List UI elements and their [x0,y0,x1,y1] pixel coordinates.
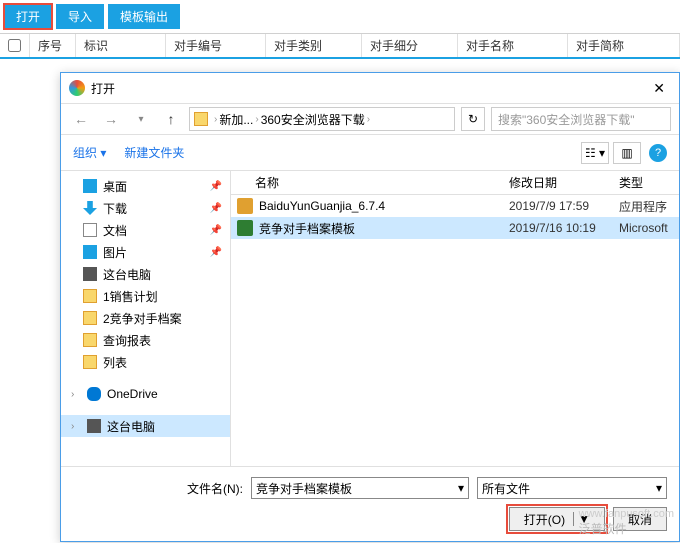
tree-downloads[interactable]: 下载📌 [61,197,230,219]
folder-icon [83,355,97,369]
file-list-header: 名称 修改日期 类型 [231,171,679,195]
view-mode-button[interactable]: ☷ ▾ [581,142,609,164]
folder-icon [83,333,97,347]
pin-icon: 📌 [210,225,222,236]
folder-icon [83,289,97,303]
chevron-down-icon: ▾ [458,481,464,495]
pin-icon: 📌 [210,247,222,258]
nav-forward-icon: → [99,107,123,131]
tree-folder-opponent[interactable]: 2竞争对手档案 [61,307,230,329]
import-button[interactable]: 导入 [56,4,104,29]
exe-icon [237,198,253,214]
file-row[interactable]: 竞争对手档案模板 2019/7/16 10:19 Microsoft [231,217,679,239]
table-header: 序号 标识 对手编号 对手类别 对手细分 对手名称 对手简称 [0,33,680,59]
col-opp-type[interactable]: 对手类别 [266,34,362,57]
document-icon [83,223,97,237]
col-date[interactable]: 修改日期 [509,174,619,191]
pin-icon: 📌 [210,181,222,192]
col-name[interactable]: 名称 [255,174,509,191]
chevron-down-icon[interactable]: ▼ [573,512,590,526]
tree-documents[interactable]: 文档📌 [61,219,230,241]
tree-this-pc-root[interactable]: ›这台电脑 [61,415,230,437]
tree-folder-sales[interactable]: 1销售计划 [61,285,230,307]
file-filter-select[interactable]: 所有文件▾ [477,477,667,499]
folder-icon [194,112,208,126]
excel-icon [237,220,253,236]
tree-this-pc[interactable]: 这台电脑 [61,263,230,285]
pc-icon [83,267,97,281]
organize-menu[interactable]: 组织 ▾ [73,144,106,161]
nav-tree: 桌面📌 下载📌 文档📌 图片📌 这台电脑 1销售计划 2竞争对手档案 查询报表 … [61,171,231,466]
picture-icon [83,245,97,259]
tree-folder-query[interactable]: 查询报表 [61,329,230,351]
filename-label: 文件名(N): [73,480,243,497]
col-seq[interactable]: 序号 [30,34,76,57]
nav-dropdown-icon[interactable]: ▾ [129,107,153,131]
col-opp-short[interactable]: 对手简称 [568,34,680,57]
tree-pictures[interactable]: 图片📌 [61,241,230,263]
new-folder-button[interactable]: 新建文件夹 [124,144,184,161]
close-icon[interactable]: ✕ [647,80,671,97]
pc-icon [87,419,101,433]
pin-icon: 📌 [210,203,222,214]
chevron-right-icon: › [365,114,372,125]
chevron-down-icon: ▾ [656,481,662,495]
breadcrumb-segment[interactable]: 360安全浏览器下载 [261,111,365,128]
dialog-title: 打开 [91,80,115,97]
preview-pane-button[interactable]: ▥ [613,142,641,164]
onedrive-icon [87,387,101,401]
col-opp-no[interactable]: 对手编号 [166,34,266,57]
col-type[interactable]: 类型 [619,174,679,191]
tree-desktop[interactable]: 桌面📌 [61,175,230,197]
template-output-button[interactable]: 模板输出 [108,4,180,29]
col-opp-detail[interactable]: 对手细分 [362,34,458,57]
desktop-icon [83,179,97,193]
file-row[interactable]: BaiduYunGuanjia_6.7.4 2019/7/9 17:59 应用程… [231,195,679,217]
nav-up-icon[interactable]: ↑ [159,107,183,131]
select-all-checkbox[interactable] [8,39,21,52]
breadcrumb-segment[interactable]: 新加... [219,111,253,128]
chevron-right-icon: › [253,114,260,125]
open-confirm-button[interactable]: 打开(O)▼ [509,507,605,531]
cancel-button[interactable]: 取消 [613,507,667,531]
folder-icon [83,311,97,325]
tree-folder-list[interactable]: 列表 [61,351,230,373]
open-button[interactable]: 打开 [4,4,52,29]
col-mark[interactable]: 标识 [76,34,166,57]
chevron-right-icon: › [212,114,219,125]
refresh-icon[interactable]: ↻ [461,107,485,131]
help-icon[interactable]: ? [649,144,667,162]
download-icon [83,201,97,215]
open-file-dialog: 打开 ✕ ← → ▾ ↑ › 新加... › 360安全浏览器下载 › ↻ 搜索… [60,72,680,542]
nav-back-icon[interactable]: ← [69,107,93,131]
tree-onedrive[interactable]: ›OneDrive [61,383,230,405]
breadcrumb[interactable]: › 新加... › 360安全浏览器下载 › [189,107,455,131]
search-input[interactable]: 搜索"360安全浏览器下载" [491,107,671,131]
filename-input[interactable]: 竞争对手档案模板▾ [251,477,469,499]
col-opp-name[interactable]: 对手名称 [458,34,568,57]
app-icon [69,80,85,96]
